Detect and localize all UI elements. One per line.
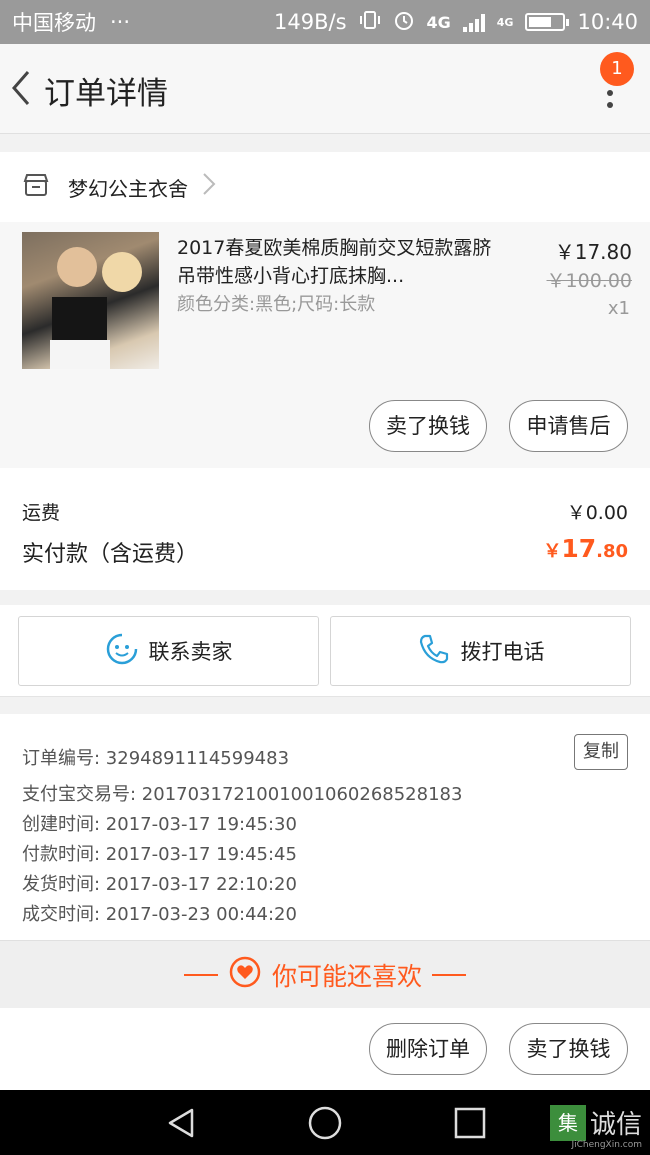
shop-row[interactable]: 梦幻公主衣舍 [0,152,650,222]
system-nav-bar: 集 诚信 JiChengXin.com [0,1090,650,1155]
paid-label: 实付款（含运费） [22,542,199,567]
paid-amount: ￥17.80 [543,534,628,563]
nav-recents-icon[interactable] [454,1107,486,1143]
recommend-divider: 你可能还喜欢 [0,940,650,1008]
product-sku: 颜色分类:黑色;尺码:长款 [177,294,376,315]
network-type-label-2: 4G [496,15,514,29]
watermark-logo-mark: 集 [549,1104,586,1141]
contact-seller-button[interactable]: 联系卖家 [18,616,319,686]
divider-line-left [183,973,218,976]
product-thumbnail[interactable] [22,232,159,369]
network-type-label: 4G [426,12,451,32]
order-item[interactable]: 2017春夏欧美棉质胸前交叉短款露脐吊带性感小背心打底抹胸... 颜色分类:黑色… [0,222,650,468]
after-sales-button[interactable]: 申请售后 [509,400,628,452]
product-price: ￥17.80 [554,240,632,264]
nav-home-icon[interactable] [308,1106,342,1144]
battery-icon [525,13,570,31]
chevron-right-icon [202,172,216,203]
vibrate-icon [359,9,381,36]
call-phone-button[interactable]: 拨打电话 [330,616,631,686]
fees-section: 运费 ￥0.00 实付款（含运费） ￥17.80 [0,468,650,590]
notification-badge: 1 [600,52,634,86]
shop-icon [22,172,50,202]
heart-icon [228,955,262,995]
recommend-label: 你可能还喜欢 [271,961,422,991]
paid-time: 付款时间: 2017-03-17 19:45:45 [22,844,297,865]
watermark-logo: 集 诚信 JiChengXin.com [549,1104,642,1150]
sell-for-cash-button[interactable]: 卖了换钱 [369,400,487,452]
watermark-text: 诚信 [589,1110,642,1140]
product-original-price: ￥100.00 [546,270,632,292]
call-phone-label: 拨打电话 [460,640,545,664]
carrier-label: 中国移动 [12,11,96,35]
delete-order-button[interactable]: 删除订单 [369,1023,487,1075]
contact-section: 联系卖家 拨打电话 [0,605,650,697]
signal-icon [462,12,485,32]
shipped-time: 发货时间: 2017-03-17 22:10:20 [22,874,297,895]
clock-time: 10:40 [577,10,638,34]
contact-seller-label: 联系卖家 [148,640,233,664]
alarm-icon [393,9,415,36]
copy-button[interactable]: 复制 [574,734,628,770]
product-quantity: x1 [607,298,630,319]
app-header: 订单详情 1 [0,44,650,134]
page-title: 订单详情 [44,76,168,112]
completed-time: 成交时间: 2017-03-23 00:44:20 [22,904,297,925]
shop-name: 梦幻公主衣舍 [68,176,188,201]
order-info-section: 订单编号: 3294891114599483 支付宝交易号: 201703172… [0,714,650,940]
phone-icon [417,632,451,671]
bottom-action-bar: 删除订单 卖了换钱 [0,1008,650,1090]
shipping-label: 运费 [22,502,61,524]
order-number: 订单编号: 3294891114599483 [22,748,290,769]
sell-for-cash-bottom-button[interactable]: 卖了换钱 [509,1023,628,1075]
divider-line-right [432,973,466,976]
notification-dots: ··· [110,10,131,34]
product-title: 2017春夏欧美棉质胸前交叉短款露脐吊带性感小背心打底抹胸... [177,237,492,287]
alipay-transaction-number: 支付宝交易号: 2017031721001001060268528183 [22,784,463,805]
nav-back-icon[interactable] [164,1106,198,1144]
chat-face-icon [105,632,139,671]
shipping-value: ￥0.00 [566,502,628,524]
created-time: 创建时间: 2017-03-17 19:45:30 [22,814,297,835]
status-bar: 中国移动 ··· 149B/s 4G 4G 10:40 [0,0,650,44]
watermark-subtext: JiChengXin.com [571,1140,642,1150]
back-arrow-icon[interactable] [8,68,38,108]
network-speed: 149B/s [274,10,347,34]
